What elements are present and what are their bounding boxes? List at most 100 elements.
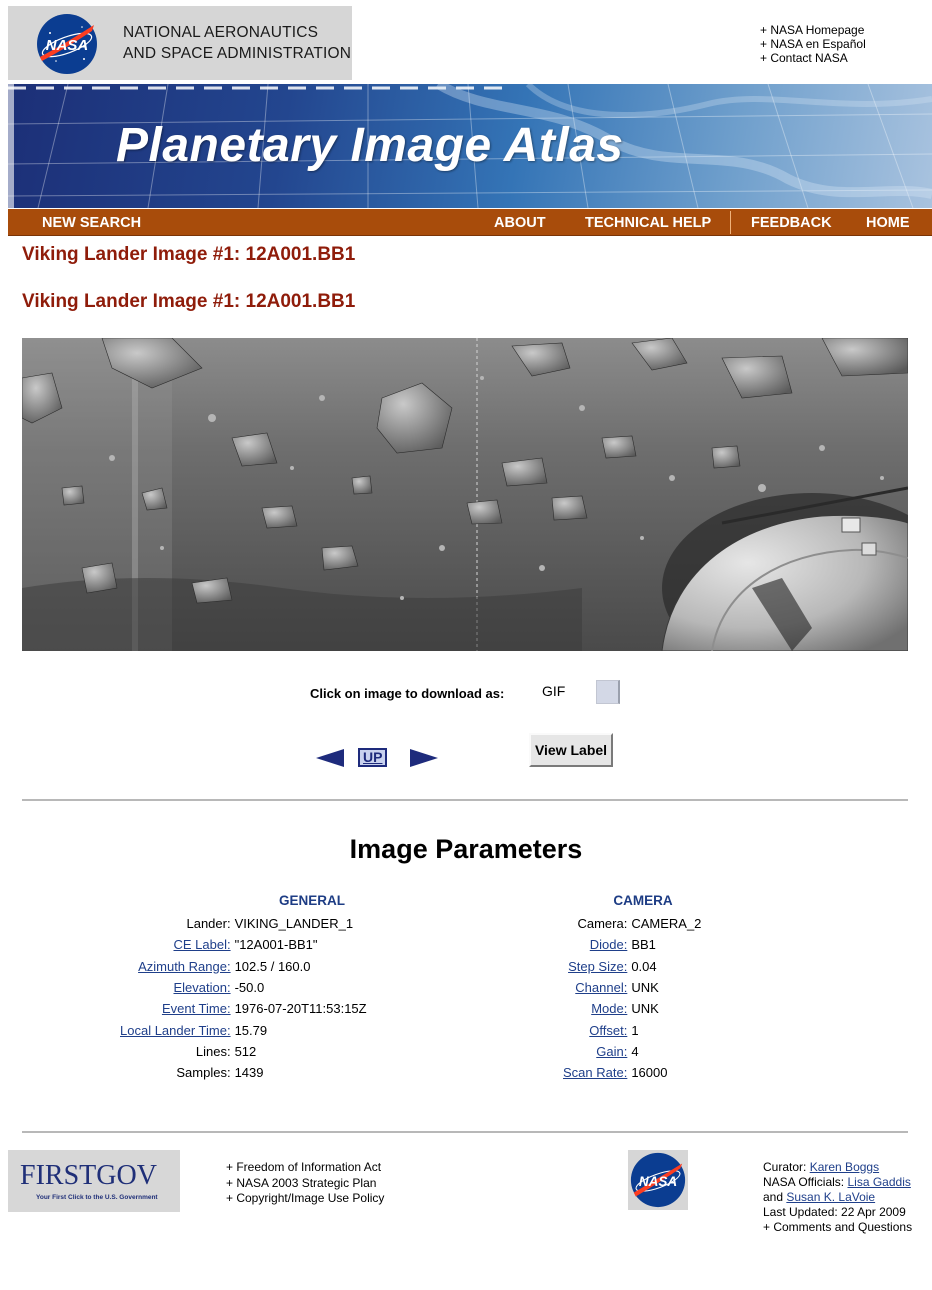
ce-label-value: "12A001-BB1" [234,937,318,953]
lander-label: Lander: [186,916,231,932]
curator-label: Curator: [763,1160,807,1174]
local-lander-time-link[interactable]: Local Lander Time: [120,1023,231,1038]
nav-feedback[interactable]: FEEDBACK [751,209,832,236]
nasa-logo-icon[interactable]: NASA [36,13,98,75]
elevation-link[interactable]: Elevation: [173,980,230,995]
scan-rate-value: 16000 [631,1065,668,1081]
lines-label: Lines: [195,1043,231,1059]
param-row: Samples: 1439 [120,1062,367,1083]
diode-value: BB1 [631,937,656,953]
param-row: Scan Rate: 16000 [563,1062,701,1083]
param-row: Mode: UNK [563,998,701,1019]
footer-links: + Freedom of Information Act + NASA 2003… [226,1160,384,1207]
step-size-value: 0.04 [631,958,657,974]
nasa-homepage-link[interactable]: + NASA Homepage [760,23,866,37]
local-lander-time-value: 15.79 [234,1022,268,1038]
param-row: Azimuth Range: 102.5 / 160.0 [120,956,367,977]
event-time-link[interactable]: Event Time: [162,1001,231,1016]
nav-about[interactable]: ABOUT [494,209,546,236]
image-parameters-title: Image Parameters [349,834,583,864]
param-row: Step Size: 0.04 [563,956,701,977]
lander-value: VIKING_LANDER_1 [234,916,354,932]
general-heading: GENERAL [278,893,345,908]
ce-label-link[interactable]: CE Label: [173,937,230,952]
general-parameters-table: Lander: VIKING_LANDER_1 CE Label: "12A001-… [120,913,367,1083]
nav-bar: NEW SEARCH ABOUT TECHNICAL HELP FEEDBACK… [8,209,932,236]
next-arrow-icon[interactable] [410,749,438,767]
nasa-header-block: NASA NATIONAL AERONAUTICS AND SPACE ADMI… [8,6,352,80]
top-links: + NASA Homepage + NASA en Español + Cont… [760,23,866,65]
divider [22,799,908,801]
offset-value: 1 [631,1022,639,1038]
page-title: Viking Lander Image #1: 12A001.BB1 [22,244,356,265]
param-row: Elevation: -50.0 [120,977,367,998]
lines-value: 512 [234,1043,257,1059]
camera-label: Camera: [577,916,628,932]
foia-link[interactable]: + Freedom of Information Act [226,1160,384,1176]
contact-nasa-link[interactable]: + Contact NASA [760,51,866,65]
comments-link[interactable]: + Comments and Questions [763,1220,912,1235]
param-row: Channel: UNK [563,977,701,998]
firstgov-logo[interactable]: FIRSTGOV Your First Click to the U.S. Go… [8,1150,180,1212]
mode-value: UNK [631,1001,659,1017]
gain-link[interactable]: Gain: [596,1044,627,1059]
mode-link[interactable]: Mode: [591,1001,627,1016]
curator-line: Curator: Karen Boggs [763,1160,912,1175]
agency-name-line1: NATIONAL AERONAUTICS [123,24,319,41]
banner-title: Planetary Image Atlas [116,119,624,172]
camera-value: CAMERA_2 [631,916,702,932]
mars-surface-photo [22,338,908,651]
and-label: and [763,1190,784,1204]
param-row: Lines: 512 [120,1041,367,1062]
last-updated: Last Updated: 22 Apr 2009 [763,1205,906,1219]
image-title: Viking Lander Image #1: 12A001.BB1 [22,291,356,312]
copyright-policy-link[interactable]: + Copyright/Image Use Policy [226,1191,384,1207]
official-2-link[interactable]: Susan K. LaVoie [786,1190,875,1204]
firstgov-tagline: Your First Click to the U.S. Government [36,1194,158,1201]
nav-separator [730,211,731,234]
camera-parameters-table: Camera: CAMERA_2 Diode: BB1 Step Size: 0.04… [563,913,701,1083]
param-row: CE Label: "12A001-BB1" [120,934,367,955]
atlas-banner: Planetary Image Atlas [8,84,932,208]
samples-label: Samples: [176,1065,231,1081]
strategic-plan-link[interactable]: + NASA 2003 Strategic Plan [226,1176,384,1192]
elevation-value: -50.0 [234,980,265,996]
nasa-espanol-link[interactable]: + NASA en Español [760,37,866,51]
divider [22,1131,908,1133]
footer-nasa-logo[interactable]: NASA [628,1150,688,1210]
firstgov-name: FIRSTGOV [20,1160,157,1191]
channel-link[interactable]: Channel: [575,980,627,995]
agency-name-line2: AND SPACE ADMINISTRATION [123,45,352,62]
param-row: Lander: VIKING_LANDER_1 [120,913,367,934]
nav-technical-help[interactable]: TECHNICAL HELP [585,209,711,236]
offset-link[interactable]: Offset: [589,1023,627,1038]
channel-value: UNK [631,980,659,996]
azimuth-range-link[interactable]: Azimuth Range: [138,959,231,974]
lander-image[interactable] [22,338,908,651]
nasa-logo-icon: NASA [630,1152,686,1208]
up-link[interactable]: UP [358,748,388,767]
curator-link[interactable]: Karen Boggs [810,1160,879,1174]
scan-rate-link[interactable]: Scan Rate: [563,1065,627,1080]
diode-link[interactable]: Diode: [590,937,628,952]
official-1-link[interactable]: Lisa Gaddis [847,1175,910,1189]
prev-arrow-icon[interactable] [316,749,344,767]
param-row: Local Lander Time: 15.79 [120,1019,367,1040]
nav-home[interactable]: HOME [866,209,910,236]
download-format: GIF [542,683,566,699]
azimuth-range-value: 102.5 / 160.0 [234,958,311,974]
officials-line: NASA Officials: Lisa Gaddis [763,1175,912,1190]
param-row: Camera: CAMERA_2 [563,913,701,934]
view-label-button[interactable]: View Label [529,733,613,767]
download-checkbox[interactable] [596,680,620,704]
event-time-value: 1976-07-20T11:53:15Z [234,1001,367,1017]
samples-value: 1439 [234,1065,264,1081]
agency-name: NATIONAL AERONAUTICS AND SPACE ADMINISTR… [123,22,351,64]
download-label: Click on image to download as: [310,686,505,701]
officials-label: NASA Officials: [763,1175,845,1189]
credits: Curator: Karen Boggs NASA Officials: Lis… [763,1160,912,1235]
param-row: Event Time: 1976-07-20T11:53:15Z [120,998,367,1019]
param-row: Diode: BB1 [563,934,701,955]
step-size-link[interactable]: Step Size: [568,959,627,974]
nav-new-search[interactable]: NEW SEARCH [42,209,141,236]
